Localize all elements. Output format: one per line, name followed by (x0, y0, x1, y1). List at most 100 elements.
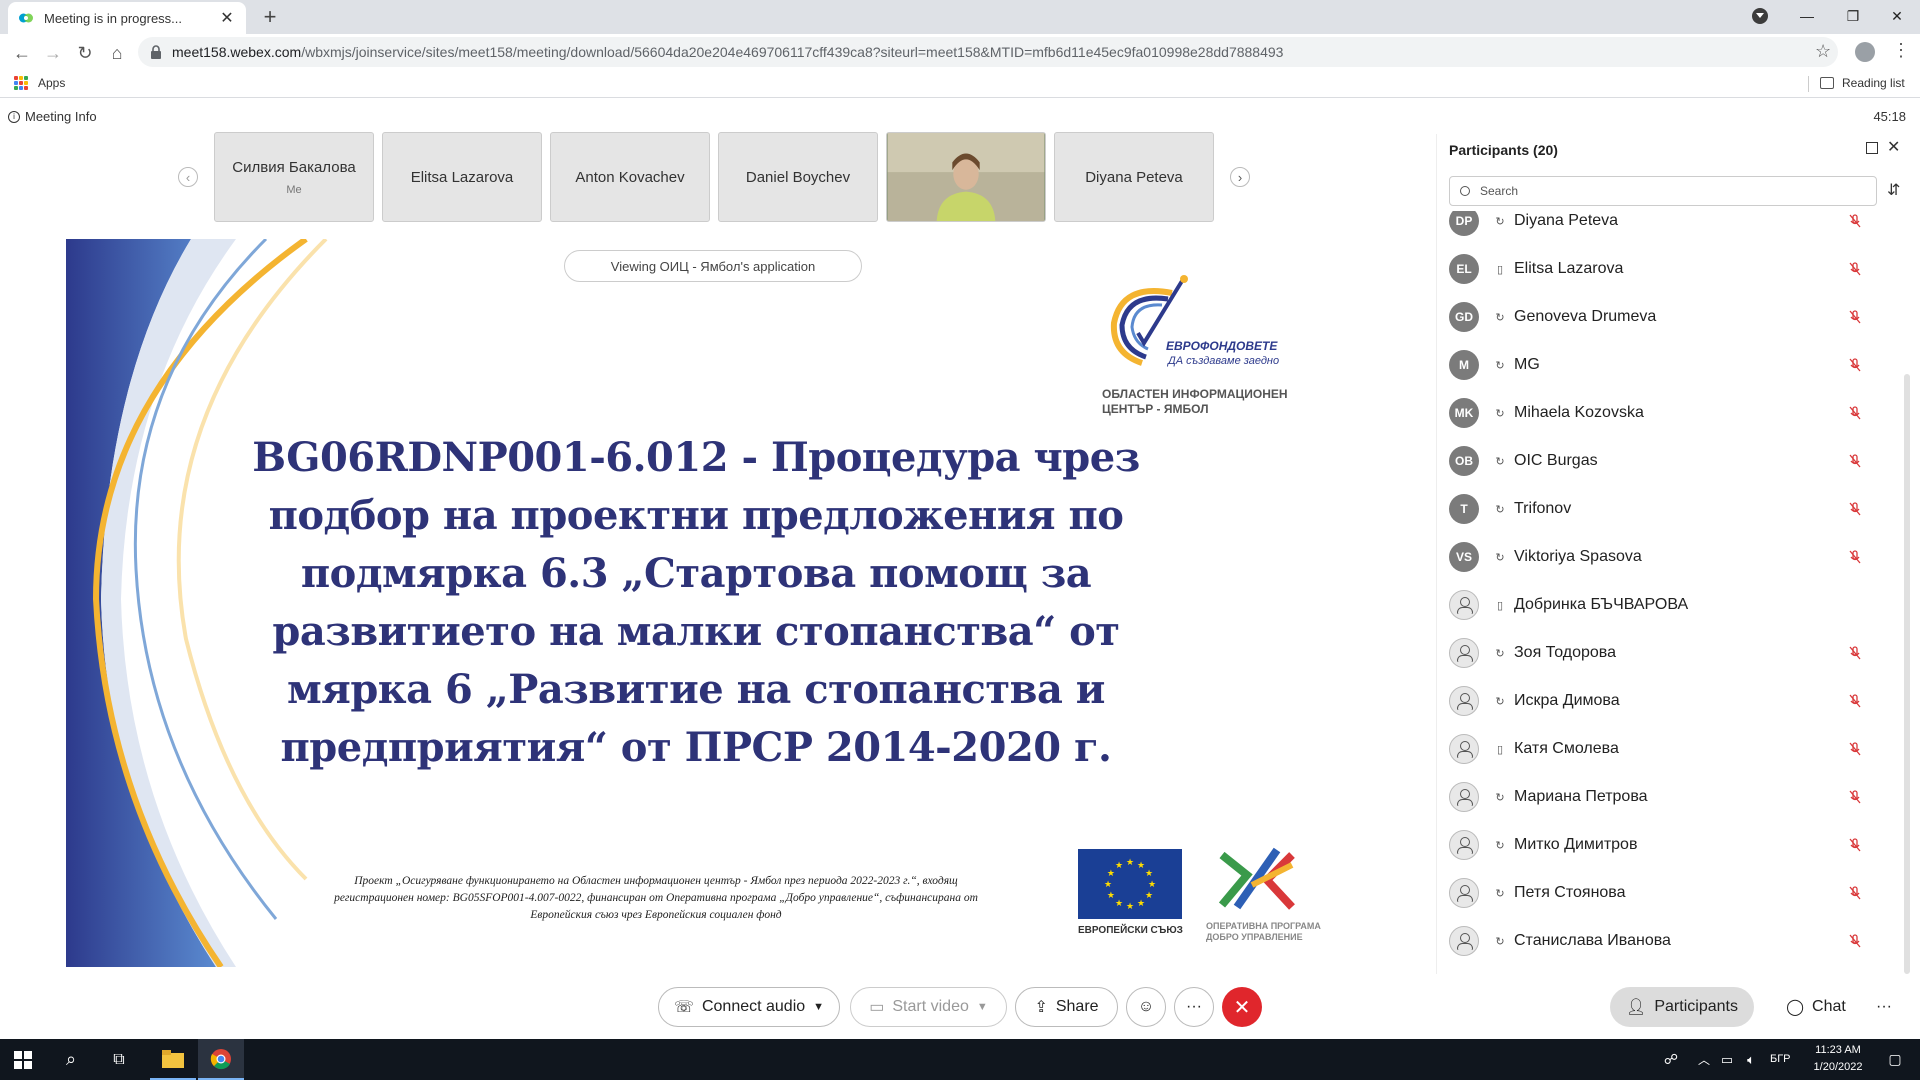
people-icon[interactable]: ☍ (1656, 1039, 1686, 1080)
slide-title: BG06RDNP001-6.012 - Процедура чрез подбо… (246, 429, 1146, 777)
tab-search-icon[interactable] (1752, 8, 1768, 24)
panel-more-button[interactable]: ··· (1872, 987, 1896, 1027)
thumbnails-prev-icon[interactable]: ‹ (178, 167, 198, 187)
participant-list-scrollbar[interactable] (1904, 374, 1910, 974)
close-tab-icon[interactable]: ✕ (218, 8, 236, 28)
leave-meeting-button[interactable]: ✕ (1222, 987, 1262, 1027)
browser-tab-bar: Meeting is in progress... ✕ + — ❐ ✕ (0, 0, 1920, 34)
participant-row[interactable]: EL ▯ Elitsa Lazarova (1437, 245, 1897, 293)
participant-row[interactable]: ▯ Катя Смолева (1437, 725, 1897, 773)
reload-icon[interactable]: ↻ (73, 41, 97, 65)
muted-mic-icon[interactable] (1849, 454, 1861, 468)
sort-icon[interactable]: ⇵ (1887, 180, 1900, 200)
browser-tab[interactable]: Meeting is in progress... ✕ (8, 2, 246, 34)
participant-thumbnail[interactable]: Elitsa Lazarova (382, 132, 542, 222)
address-bar[interactable]: meet158.webex.com/wbxmjs/joinservice/sit… (138, 37, 1838, 67)
reactions-button[interactable]: ☺ (1126, 987, 1166, 1027)
muted-mic-icon[interactable] (1849, 694, 1861, 708)
language-indicator[interactable]: БГР (1770, 1053, 1791, 1065)
web-client-icon: ↻ (1495, 887, 1505, 900)
muted-mic-icon[interactable] (1849, 406, 1861, 420)
participant-row[interactable]: ↻ Зоя Тодорова (1437, 629, 1897, 677)
chrome-icon[interactable] (198, 1039, 244, 1080)
windows-start-icon[interactable] (0, 1039, 46, 1080)
meeting-info-button[interactable]: i Meeting Info (8, 109, 97, 124)
participant-row[interactable]: ▯ Добринка БЪЧВАРОВА (1437, 581, 1897, 629)
participant-row[interactable]: T ↻ Trifonov (1437, 485, 1897, 533)
popout-icon[interactable] (1866, 142, 1878, 154)
muted-mic-icon[interactable] (1849, 838, 1861, 852)
new-tab-icon[interactable]: + (258, 4, 282, 30)
participant-row[interactable]: ↻ Митко Димитров (1437, 821, 1897, 869)
volume-icon[interactable]: 🔈︎ (1740, 1039, 1762, 1080)
url-text: meet158.webex.com/wbxmjs/joinservice/sit… (172, 44, 1284, 60)
network-icon[interactable]: ▭ (1716, 1039, 1738, 1080)
restore-icon[interactable]: ❐ (1830, 0, 1876, 32)
windows-taskbar: ⌕ ⧉ ☍ ︿ ▭ 🔈︎ БГР 11:23 AM 1/20/2022 ▢ (0, 1039, 1920, 1080)
participants-toggle-button[interactable]: 👤︎ Participants (1610, 987, 1754, 1027)
panel-more-label: ··· (1876, 998, 1892, 1015)
start-video-label: Start video (892, 998, 969, 1015)
home-icon[interactable]: ⌂ (105, 41, 129, 65)
eu-star-icon: ★ (1126, 901, 1134, 911)
muted-mic-icon[interactable] (1849, 358, 1861, 372)
muted-mic-icon[interactable] (1849, 502, 1861, 516)
task-view-icon[interactable]: ⧉ (96, 1039, 142, 1080)
participant-row[interactable]: DP ↻ Diyana Peteva (1437, 211, 1897, 245)
participant-row[interactable]: ↻ Петя Стоянова (1437, 869, 1897, 917)
chat-toggle-button[interactable]: ◯ Chat (1776, 987, 1856, 1027)
participant-thumbnail[interactable]: Diyana Peteva (1054, 132, 1214, 222)
muted-mic-icon[interactable] (1849, 886, 1861, 900)
participant-name: Добринка БЪЧВАРОВА (1514, 596, 1689, 613)
participant-row[interactable]: OB ↻ OIC Burgas (1437, 437, 1897, 485)
reading-list-button[interactable]: Reading list (1820, 76, 1905, 90)
participant-thumbnail[interactable]: Силвия Бакалова Me (214, 132, 374, 222)
browser-menu-icon[interactable]: ⋮ (1892, 40, 1910, 61)
start-video-button[interactable]: ▭ Start video ▼ (850, 987, 1007, 1027)
bookmark-star-icon[interactable]: ☆ (1815, 41, 1831, 62)
participant-search-input[interactable] (1480, 184, 1860, 198)
person-avatar-icon (1449, 638, 1479, 668)
search-icon[interactable]: ⌕ (48, 1039, 94, 1080)
apps-shortcut[interactable]: Apps (14, 76, 65, 90)
muted-mic-icon[interactable] (1849, 646, 1861, 660)
connect-audio-button[interactable]: ☏ Connect audio ▼ (658, 987, 840, 1027)
muted-mic-icon[interactable] (1849, 262, 1861, 276)
muted-mic-icon[interactable] (1849, 742, 1861, 756)
minimize-icon[interactable]: — (1784, 0, 1830, 32)
participant-row[interactable]: MK ↻ Mihaela Kozovska (1437, 389, 1897, 437)
participant-name: Станислава Иванова (1514, 932, 1671, 949)
close-panel-icon[interactable]: ✕ (1887, 137, 1900, 157)
clock-date[interactable]: 1/20/2022 (1808, 1061, 1868, 1073)
share-label: Share (1055, 998, 1099, 1015)
clock-time[interactable]: 11:23 AM (1808, 1044, 1868, 1056)
close-window-icon[interactable]: ✕ (1874, 0, 1920, 32)
profile-avatar-icon[interactable] (1855, 42, 1875, 62)
phone-icon: ☏ (673, 999, 694, 1016)
thumbnails-next-icon[interactable]: › (1230, 167, 1250, 187)
tray-chevron-icon[interactable]: ︿ (1694, 1039, 1714, 1080)
muted-mic-icon[interactable] (1849, 214, 1861, 228)
slide-title-line: развитието на малки стопанства“ от (272, 608, 1120, 655)
participant-search (1449, 176, 1877, 206)
chevron-down-icon: ▼ (813, 1001, 825, 1013)
participant-video-thumbnail[interactable] (886, 132, 1046, 222)
file-explorer-icon[interactable] (150, 1039, 196, 1080)
share-button[interactable]: ⇪ Share (1015, 987, 1118, 1027)
participant-row[interactable]: M ↻ MG (1437, 341, 1897, 389)
forward-icon[interactable]: → (41, 41, 65, 65)
participant-thumbnail[interactable]: Daniel Boychev (718, 132, 878, 222)
back-icon[interactable]: ← (10, 41, 34, 65)
participant-row[interactable]: ↻ Искра Димова (1437, 677, 1897, 725)
muted-mic-icon[interactable] (1849, 310, 1861, 324)
muted-mic-icon[interactable] (1849, 934, 1861, 948)
muted-mic-icon[interactable] (1849, 550, 1861, 564)
participant-row[interactable]: VS ↻ Viktoriya Spasova (1437, 533, 1897, 581)
notification-icon[interactable]: ▢ (1880, 1039, 1910, 1080)
participant-row[interactable]: ↻ Мариана Петрова (1437, 773, 1897, 821)
participant-thumbnail[interactable]: Anton Kovachev (550, 132, 710, 222)
muted-mic-icon[interactable] (1849, 790, 1861, 804)
participant-row[interactable]: GD ↻ Genoveva Drumeva (1437, 293, 1897, 341)
more-options-button[interactable]: ··· (1174, 987, 1214, 1027)
participant-row[interactable]: ↻ Станислава Иванова (1437, 917, 1897, 965)
